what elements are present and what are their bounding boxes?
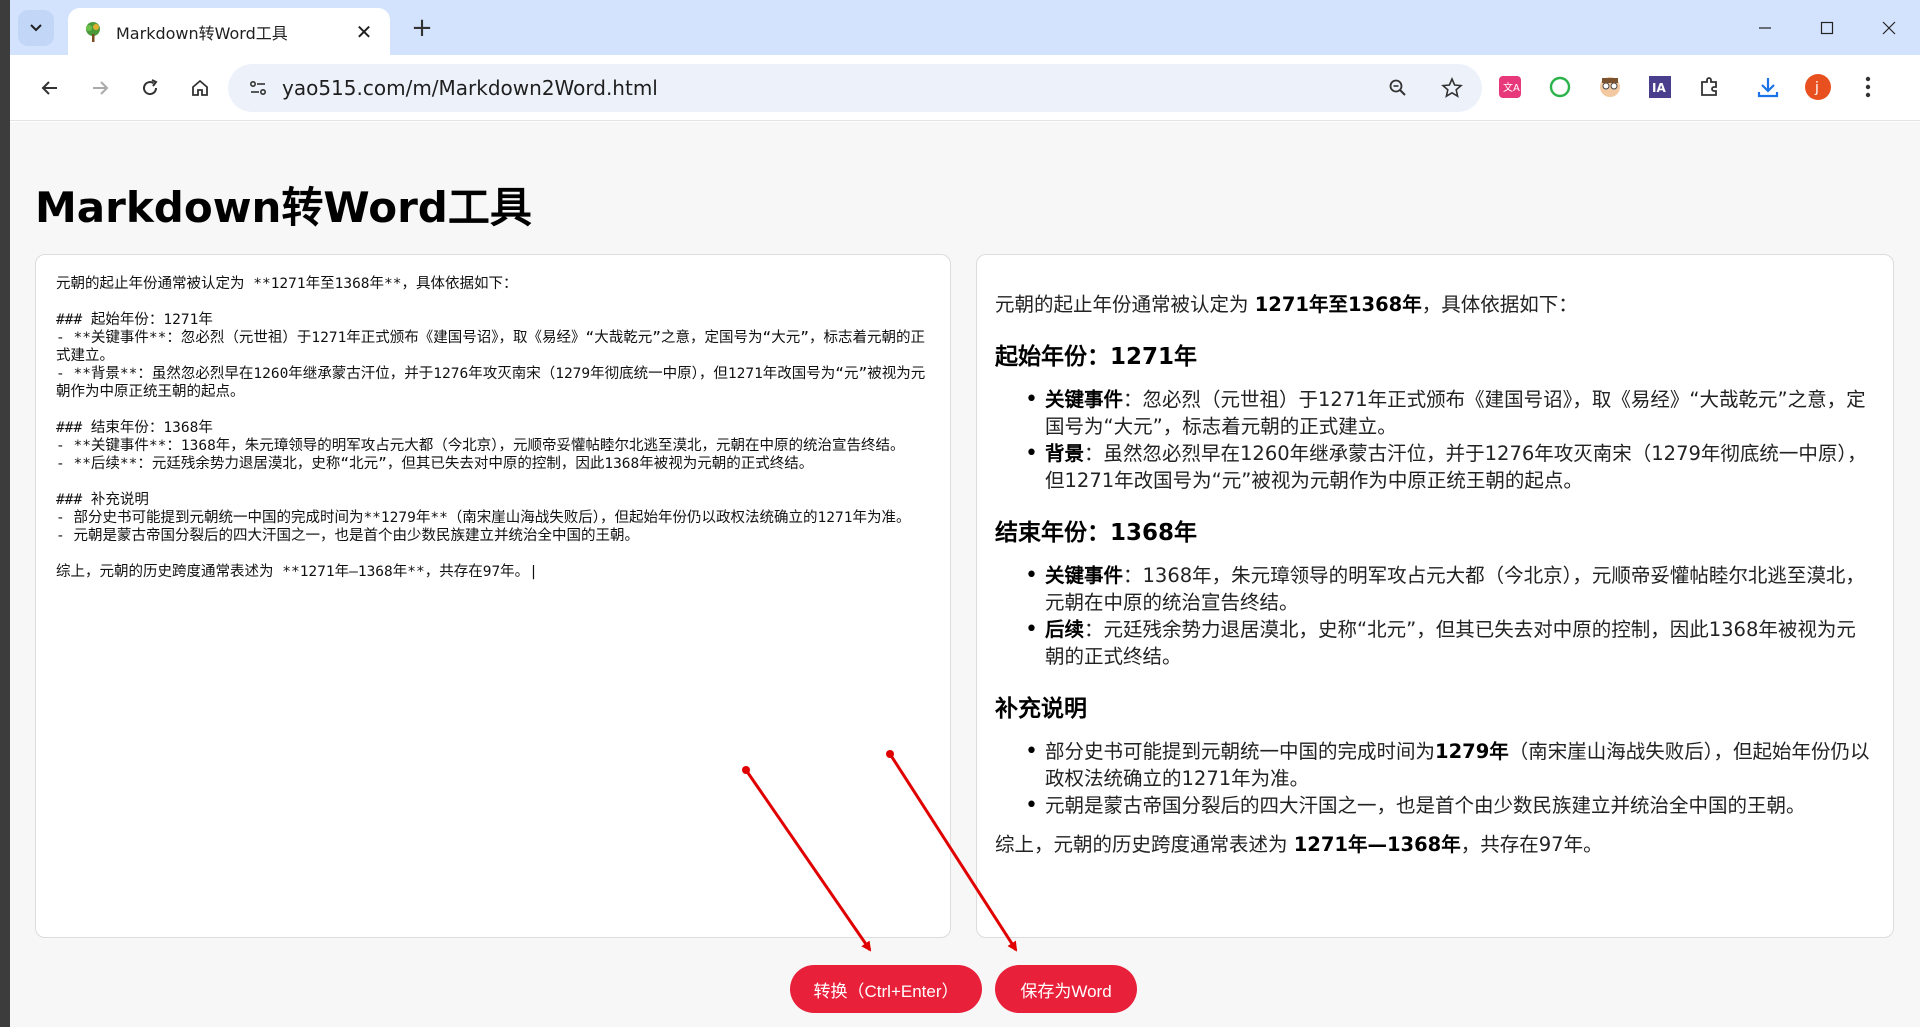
convert-button[interactable]: 转换（Ctrl+Enter） bbox=[790, 965, 982, 1013]
url-text[interactable]: yao515.com/m/Markdown2Word.html bbox=[282, 76, 1368, 100]
download-icon[interactable] bbox=[1753, 72, 1783, 102]
circle-ext-icon[interactable] bbox=[1545, 72, 1575, 102]
minimize-button[interactable] bbox=[1742, 8, 1788, 48]
preview-intro: 元朝的起止年份通常被认定为 1271年至1368年，具体依据如下： bbox=[995, 293, 1578, 316]
page-title: Markdown转Word工具 bbox=[35, 183, 532, 232]
profile-icon[interactable]: j bbox=[1803, 72, 1833, 102]
maximize-button[interactable] bbox=[1804, 8, 1850, 48]
more-icon[interactable] bbox=[1853, 72, 1883, 102]
forward-icon bbox=[93, 81, 109, 95]
preview-panel: 元朝的起止年份通常被认定为 1271年至1368年，具体依据如下： 起始年份：1… bbox=[976, 254, 1894, 938]
preview-list-start: 关键事件：忽必烈（元世祖）于1271年正式颁布《建国号诏》，取《易经》“大哉乾元… bbox=[1025, 386, 1875, 494]
list-item: 背景：虽然忽必烈早在1260年继承蒙古汗位，并于1276年攻灭南宋（1279年彻… bbox=[1025, 440, 1875, 494]
reload-button[interactable] bbox=[130, 68, 170, 108]
svg-text:j: j bbox=[1814, 80, 1819, 96]
preview-heading-extra: 补充说明 bbox=[995, 696, 1087, 722]
desktop-edge bbox=[0, 0, 10, 1027]
new-tab-button[interactable]: + bbox=[406, 12, 438, 44]
home-icon bbox=[192, 79, 208, 96]
browser-window: Markdown转Word工具 ✕ + yao515.com/m/Markdow… bbox=[10, 0, 1920, 1027]
star-icon[interactable] bbox=[1430, 66, 1474, 110]
minimize-icon bbox=[1759, 27, 1771, 29]
preview-list-extra: 部分史书可能提到元朝统一中国的完成时间为1279年（南宋崖山海战失败后），但起始… bbox=[1025, 738, 1875, 819]
maximize-icon bbox=[1820, 21, 1834, 35]
page-content: Markdown转Word工具 元朝的起止年份通常被认定为 **1271年至13… bbox=[10, 122, 1920, 1027]
forward-button[interactable] bbox=[80, 68, 120, 108]
plus-icon: + bbox=[411, 13, 433, 43]
reload-icon bbox=[143, 79, 158, 96]
chevron-down-icon bbox=[30, 24, 42, 32]
browser-toolbar: yao515.com/m/Markdown2Word.html 文A IA j bbox=[10, 55, 1920, 121]
site-info-icon[interactable] bbox=[236, 66, 280, 110]
tab-search-button[interactable] bbox=[18, 10, 54, 46]
markdown-input[interactable]: 元朝的起止年份通常被认定为 **1271年至1368年**，具体依据如下： ##… bbox=[56, 275, 930, 915]
window-close-button[interactable] bbox=[1866, 8, 1912, 48]
list-item: 部分史书可能提到元朝统一中国的完成时间为1279年（南宋崖山海战失败后），但起始… bbox=[1025, 738, 1875, 792]
tab-active[interactable]: Markdown转Word工具 ✕ bbox=[68, 8, 390, 55]
address-bar[interactable]: yao515.com/m/Markdown2Word.html bbox=[228, 64, 1482, 112]
preview-heading-end: 结束年份：1368年 bbox=[995, 520, 1198, 546]
save-word-button[interactable]: 保存为Word bbox=[995, 965, 1137, 1013]
puzzle-icon[interactable] bbox=[1695, 72, 1725, 102]
tab-title: Markdown转Word工具 bbox=[116, 23, 288, 43]
tab-strip: Markdown转Word工具 ✕ + bbox=[10, 0, 1920, 55]
favicon-tree-icon bbox=[86, 21, 100, 42]
tab-close-icon[interactable]: ✕ bbox=[352, 20, 376, 44]
list-item: 元朝是蒙古帝国分裂后的四大汗国之一，也是首个由少数民族建立并统治全中国的王朝。 bbox=[1025, 792, 1875, 819]
translate-ext-icon[interactable]: 文A bbox=[1495, 72, 1525, 102]
svg-text:文A: 文A bbox=[1503, 81, 1520, 94]
preview-list-end: 关键事件：1368年，朱元璋领导的明军攻占元大都（今北京），元顺帝妥懽帖睦尔北逃… bbox=[1025, 562, 1875, 670]
list-item: 关键事件：忽必烈（元世祖）于1271年正式颁布《建国号诏》，取《易经》“大哉乾元… bbox=[1025, 386, 1875, 440]
list-item: 关键事件：1368年，朱元璋领导的明军攻占元大都（今北京），元顺帝妥懽帖睦尔北逃… bbox=[1025, 562, 1875, 616]
back-button[interactable] bbox=[30, 68, 70, 108]
svg-text:IA: IA bbox=[1652, 81, 1666, 95]
zoom-icon[interactable] bbox=[1376, 66, 1420, 110]
list-item: 后续：元廷残余势力退居漠北，史称“北元”，但其已失去对中原的控制，因此1368年… bbox=[1025, 616, 1875, 670]
preview-content: 元朝的起止年份通常被认定为 1271年至1368年，具体依据如下： 起始年份：1… bbox=[995, 291, 1875, 870]
back-icon bbox=[41, 81, 57, 95]
ia-ext-icon[interactable]: IA bbox=[1645, 72, 1675, 102]
avatar-ext-icon[interactable] bbox=[1595, 72, 1625, 102]
home-button[interactable] bbox=[180, 68, 220, 108]
window-close-icon bbox=[1882, 21, 1896, 35]
preview-summary: 综上，元朝的历史跨度通常表述为 1271年—1368年，共存在97年。 bbox=[995, 833, 1603, 856]
markdown-panel: 元朝的起止年份通常被认定为 **1271年至1368年**，具体依据如下： ##… bbox=[35, 254, 951, 938]
preview-heading-start: 起始年份：1271年 bbox=[995, 344, 1198, 370]
